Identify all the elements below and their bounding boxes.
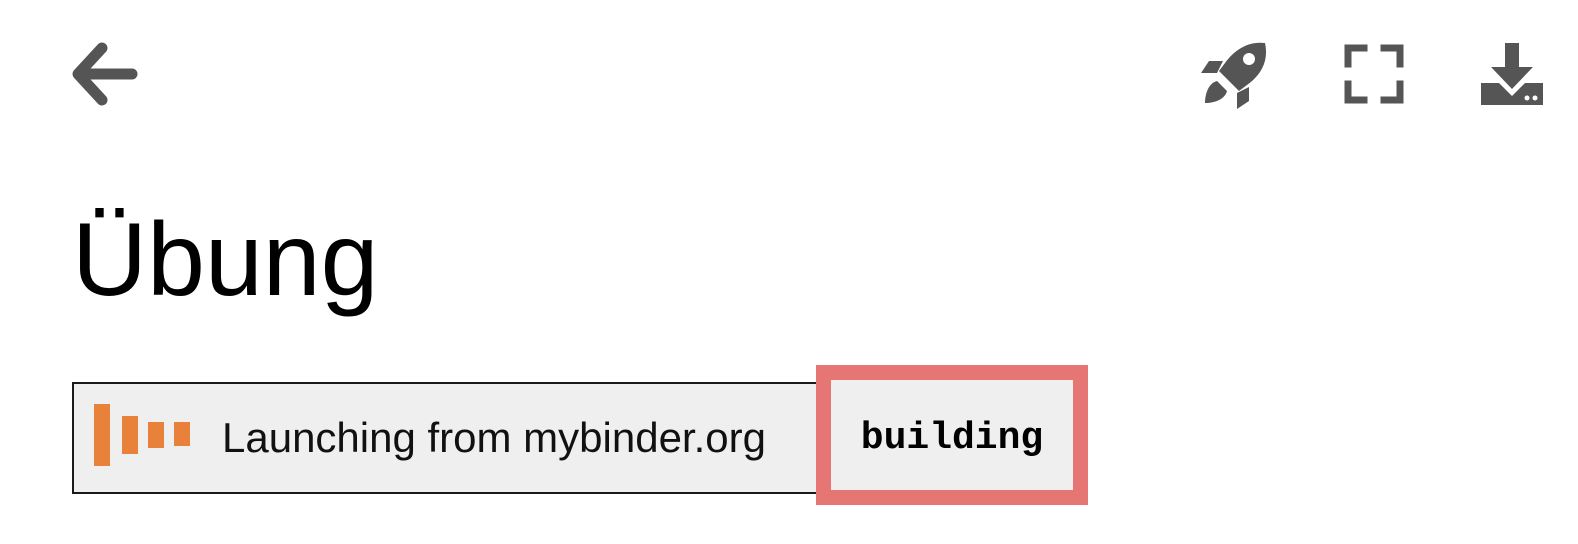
arrow-left-icon (68, 38, 140, 110)
build-status-highlight: building (816, 365, 1088, 505)
download-button[interactable] (1470, 34, 1554, 114)
binder-launch-text: Launching from mybinder.org (222, 414, 766, 461)
build-status-text: building (860, 416, 1044, 460)
binder-logo-icon (92, 402, 196, 466)
fullscreen-icon (1344, 44, 1404, 104)
page-title: Übung (72, 202, 379, 318)
launch-button[interactable] (1196, 34, 1276, 114)
back-button[interactable] (64, 38, 144, 110)
page: Übung Launching from mybinder.org buildi… (0, 0, 1578, 544)
fullscreen-button[interactable] (1334, 34, 1414, 114)
download-icon (1479, 41, 1545, 107)
rocket-icon (1199, 37, 1273, 111)
